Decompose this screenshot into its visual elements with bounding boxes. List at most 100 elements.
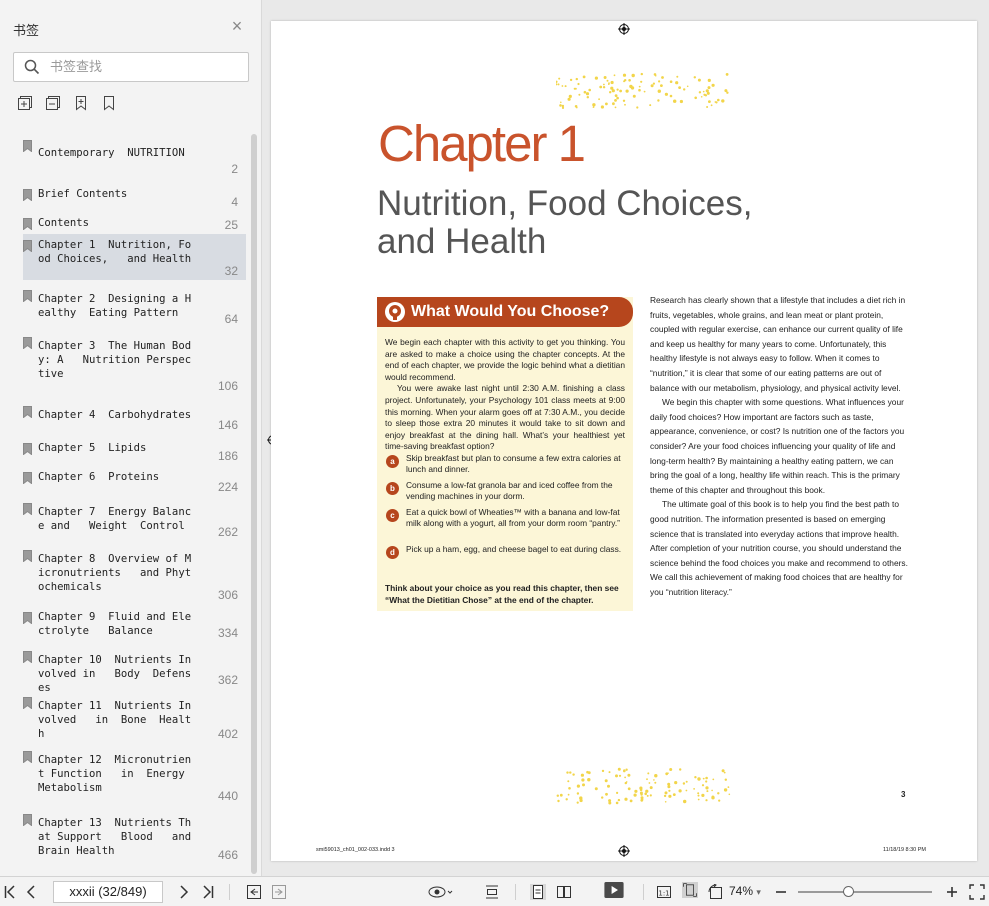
bookmark-icon [23,443,32,455]
bookmark-item[interactable]: Chapter 4 Carbohydrates 146 [23,400,246,434]
bookmark-label: Chapter 11 Nutrients In volved in Bone H… [38,700,192,740]
add-bookmark-icon[interactable] [73,95,89,111]
bookmark-icon [23,751,32,763]
bookmark-item[interactable]: Chapter 5 Lipids 186 [23,437,246,465]
chapter-title-line: Nutrition, Food Choices, [377,184,753,223]
zoom-level[interactable]: 74% ▾ [729,884,761,898]
bookmark-item[interactable]: Chapter 2 Designing a H ealthy Eating Pa… [23,284,246,328]
eye-protection-icon[interactable] [427,884,453,900]
zoom-out-icon[interactable] [775,884,787,900]
first-page-icon[interactable] [4,884,16,900]
decorative-dots [556,767,731,805]
box-intro: We begin each chapter with this activity… [385,337,625,453]
bookmark-page-number: 4 [231,195,238,209]
body-paragraph: Research has clearly shown that a lifest… [650,295,906,393]
body-paragraph: The ultimate goal of this book is to hel… [650,499,908,597]
previous-page-icon[interactable] [26,884,36,900]
bookmark-label: Chapter 10 Nutrients In volved in Body D… [38,654,192,694]
option-letter-badge: c [386,509,399,522]
bookmark-page-number: 262 [217,525,238,539]
bookmark-icon [23,472,32,484]
bookmark-item[interactable]: Chapter 10 Nutrients In volved in Body D… [23,645,246,694]
choice-option: b Consume a low-fat granola bar and iced … [385,480,625,508]
bookmark-icon [23,218,32,230]
bookmark-item[interactable]: Chapter 6 Proteins 224 [23,466,246,496]
choice-option: c Eat a quick bowl of Wheaties™ with a ba… [385,507,625,535]
document-viewport[interactable]: Chapter 1 Nutrition, Food Choices, and H… [263,0,989,876]
box-footer: Think about your choice as you read this… [385,583,619,605]
go-forward-icon[interactable] [271,884,287,900]
bookmark-icon [23,612,32,624]
next-page-icon[interactable] [179,884,189,900]
option-text: Pick up a ham, egg, and cheese bagel to … [406,544,622,554]
fullscreen-icon[interactable] [969,884,985,900]
collapse-all-icon[interactable] [45,95,61,111]
actual-size-icon[interactable]: 1:1 [656,884,672,900]
page-number-input[interactable]: xxxii (32/849) [53,881,163,903]
bookmark-icon [23,240,32,252]
body-text-column: Research has clearly shown that a lifest… [650,293,912,599]
bookmark-icon [23,337,32,349]
chevron-down-icon: ▾ [756,887,761,897]
page-number: 3 [901,790,906,799]
bookmark-item[interactable]: Contents 25 [23,212,246,234]
bookmark-page-number: 186 [217,449,238,463]
bookmark-label: Chapter 3 The Human Bod y: A Nutrition P… [38,340,192,380]
last-page-icon[interactable] [202,884,214,900]
bookmark-item[interactable]: Chapter 8 Overview of M icronutrients an… [23,544,246,604]
bookmark-label: Chapter 2 Designing a H ealthy Eating Pa… [38,293,192,319]
bookmark-icon [23,140,32,152]
toolbar-divider [515,884,516,900]
bookmark-toolbar [17,95,117,113]
zoom-slider-track[interactable] [798,891,932,893]
bookmark-item[interactable]: Contemporary NUTRITION 2 [23,134,246,178]
bookmark-page-number: 25 [224,218,238,232]
bookmark-icon[interactable] [101,95,117,111]
bookmark-label: Contents [38,217,90,229]
bookmark-item[interactable]: Chapter 9 Fluid and Ele ctrolyte Balance… [23,606,246,642]
bookmark-icon [23,651,32,663]
bookmark-item[interactable]: Chapter 13 Nutrients Th at Support Blood… [23,808,246,864]
bookmark-label: Chapter 8 Overview of M icronutrients an… [38,553,192,593]
bookmark-item[interactable]: Chapter 11 Nutrients In volved in Bone H… [23,691,246,743]
play-slideshow-icon[interactable] [602,882,626,898]
bookmark-icon [23,697,32,709]
chapter-title: Nutrition, Food Choices, and Health [377,185,797,261]
bookmark-item[interactable]: Brief Contents 4 [23,183,246,211]
two-page-icon[interactable] [556,884,572,900]
bookmark-page-number: 106 [217,379,238,393]
zoom-slider-handle[interactable] [843,886,854,897]
option-text: Eat a quick bowl of Wheaties™ with a ban… [406,507,620,529]
close-icon[interactable]: × [229,17,245,35]
expand-all-icon[interactable] [17,95,33,111]
bookmark-item[interactable]: Chapter 7 Energy Balanc e and Weight Con… [23,497,246,541]
bottom-toolbar: xxxii (32/849) 1:1 74% ▾ [0,876,989,906]
fit-width-icon[interactable] [484,884,500,900]
bookmark-icon [23,290,32,302]
zoom-value: 74% [729,884,754,898]
go-back-icon[interactable] [246,884,262,900]
bookmark-icon [23,503,32,515]
zoom-in-icon[interactable] [946,884,958,900]
bookmark-scrollbar[interactable] [250,134,258,874]
scrollbar-thumb[interactable] [251,134,257,874]
bookmark-list: Contemporary NUTRITION 2 Brief Contents 4 Co… [17,134,249,874]
bookmark-label: Chapter 12 Micronutrien t Function in En… [38,754,192,794]
bookmark-item[interactable]: Chapter 3 The Human Bod y: A Nutrition P… [23,331,246,395]
toolbar-divider [643,884,644,900]
rotate-icon[interactable] [707,884,725,900]
toolbar-divider [229,884,230,900]
fit-page-icon[interactable] [680,882,700,898]
bookmark-label: Chapter 7 Energy Balanc e and Weight Con… [38,506,192,532]
bookmark-label: Chapter 13 Nutrients Th at Support Blood… [38,817,192,857]
bookmark-item[interactable]: Chapter 1 Nutrition, Fo od Choices, and … [23,234,246,280]
bookmark-icon [23,814,32,826]
single-page-icon[interactable] [530,884,546,900]
body-paragraph: We begin this chapter with some question… [650,397,905,495]
print-slug-file: smi59013_ch01_002-033.indd 3 [316,847,395,853]
bookmark-search-box[interactable] [13,52,249,82]
bookmark-panel: 书签 × Contemporary NUTRITION 2 Brief Conten… [0,0,262,876]
bookmark-page-number: 224 [217,480,238,494]
bookmark-search-input[interactable] [50,58,240,76]
bookmark-item[interactable]: Chapter 12 Micronutrien t Function in En… [23,745,246,805]
